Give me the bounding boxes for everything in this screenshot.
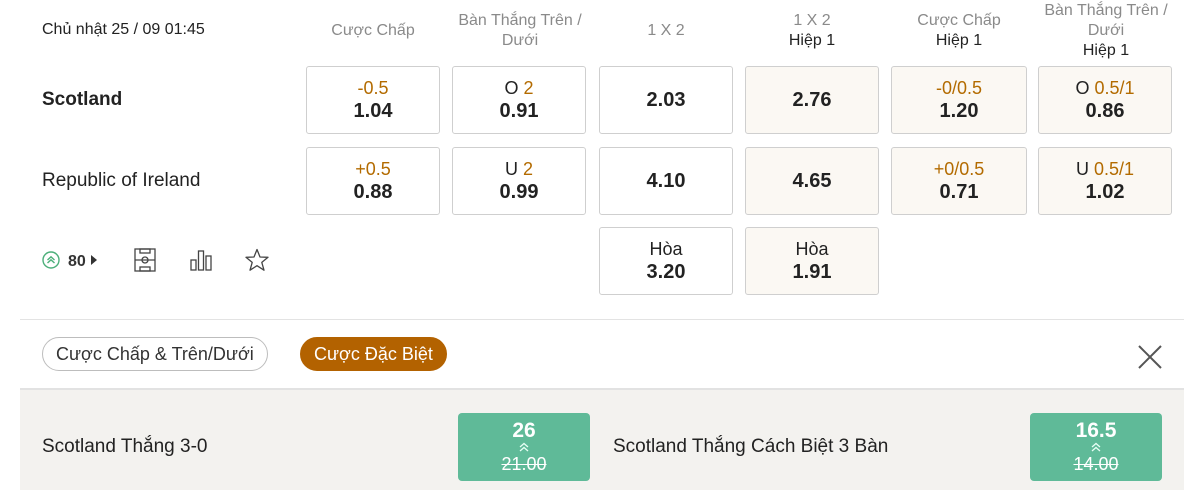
header-handicap-h1-sub: Hiệp 1 [935, 32, 983, 49]
special-bet-old-odds-1: 21.00 [501, 454, 547, 474]
away-ou-line: 2 [523, 159, 534, 179]
special-bet-odds-button-1[interactable]: 26 21.00 [458, 413, 590, 481]
away-ou-cell[interactable]: U 2 0.99 [452, 147, 586, 215]
boost-arrows-icon [517, 442, 531, 452]
close-button[interactable] [1135, 342, 1165, 372]
home-handicap-cell[interactable]: -0.5 1.04 [306, 66, 440, 134]
home-handicap-odds: 1.04 [353, 100, 393, 122]
home-1x2-odds: 2.03 [646, 89, 686, 111]
field-icon [132, 247, 158, 278]
section-divider [20, 319, 1184, 320]
home-handicap-h1-line: -0/0.5 [935, 78, 983, 98]
header-1x2-label: 1 X 2 [647, 22, 685, 39]
draw-1x2-h1-label: Hòa [795, 239, 829, 259]
stats-button[interactable] [188, 247, 214, 278]
header-ou-h1-line1: Bàn Thắng Trên / [1044, 2, 1168, 19]
away-ou-h1-cell[interactable]: U 0.5/1 1.02 [1038, 147, 1172, 215]
header-ou-h1-sub: Hiệp 1 [1082, 42, 1130, 59]
away-ou-h1-line-wrap: U 0.5/1 [1076, 158, 1134, 180]
header-1x2-h1-label: 1 X 2 [793, 12, 831, 29]
draw-1x2-h1-cell[interactable]: Hòa 1.91 [745, 227, 879, 295]
boost-icon [42, 250, 60, 274]
more-markets-button[interactable]: 80 [42, 250, 98, 274]
match-tools: 80 [42, 247, 300, 278]
home-ou-odds: 0.91 [499, 100, 539, 122]
favorite-button[interactable] [244, 247, 270, 278]
special-bet-odds-button-2[interactable]: 16.5 14.00 [1030, 413, 1162, 481]
header-ou-h1-line2: Dưới [1087, 22, 1125, 39]
away-handicap-cell[interactable]: +0.5 0.88 [306, 147, 440, 215]
home-ou-prefix: O [504, 78, 519, 98]
special-bet-odds-1: 26 [512, 419, 536, 442]
home-ou-h1-line: 0.5/1 [1094, 78, 1135, 98]
header-1x2-h1: 1 X 2 Hiệp 1 [745, 11, 879, 51]
away-ou-prefix: U [504, 159, 518, 179]
home-ou-h1-odds: 0.86 [1085, 100, 1125, 122]
header-ou-line1: Bàn Thắng Trên / [458, 12, 582, 29]
away-handicap-odds: 0.88 [353, 181, 393, 203]
tab-handicap-over-under[interactable]: Cược Chấp & Trên/Dưới [42, 337, 268, 371]
special-bet-label-2: Scotland Thắng Cách Biệt 3 Bàn [613, 436, 889, 457]
match-datetime: Chủ nhật 25 / 09 01:45 [42, 21, 205, 38]
away-1x2-h1-cell[interactable]: 4.65 [745, 147, 879, 215]
header-ou-line2: Dưới [501, 32, 539, 49]
away-1x2-odds: 4.10 [646, 170, 686, 192]
home-team-name: Scotland [42, 89, 123, 110]
play-arrow-icon [90, 253, 98, 271]
header-handicap: Cược Chấp [306, 21, 440, 41]
away-ou-line-wrap: U 2 [505, 158, 533, 180]
home-ou-h1-line-wrap: O 0.5/1 [1075, 77, 1134, 99]
header-ou-h1: Bàn Thắng Trên / Dưới Hiệp 1 [1032, 1, 1180, 61]
home-ou-h1-prefix: O [1075, 78, 1090, 98]
home-handicap-h1-cell[interactable]: -0/0.5 1.20 [891, 66, 1027, 134]
away-handicap-h1-odds: 0.71 [939, 181, 979, 203]
draw-1x2-cell[interactable]: Hòa 3.20 [599, 227, 733, 295]
star-icon [244, 247, 270, 278]
tab-special-bets[interactable]: Cược Đặc Biệt [300, 337, 447, 371]
away-handicap-h1-line: +0/0.5 [933, 159, 985, 179]
home-1x2-cell[interactable]: 2.03 [599, 66, 733, 134]
header-1x2-h1-sub: Hiệp 1 [788, 32, 836, 49]
away-ou-h1-odds: 1.02 [1085, 181, 1125, 203]
header-over-under: Bàn Thắng Trên / Dưới [446, 11, 594, 51]
draw-1x2-odds: 3.20 [646, 261, 686, 283]
special-bet-odds-2: 16.5 [1075, 419, 1117, 442]
header-handicap-h1: Cược Chấp Hiệp 1 [891, 11, 1027, 51]
close-icon [1135, 345, 1165, 376]
header-handicap-label: Cược Chấp [331, 22, 415, 39]
boost-arrows-icon [1089, 442, 1103, 452]
away-handicap-line: +0.5 [355, 159, 391, 179]
away-1x2-cell[interactable]: 4.10 [599, 147, 733, 215]
draw-1x2-label: Hòa [649, 239, 683, 259]
special-bet-label-1: Scotland Thắng 3-0 [42, 436, 208, 457]
home-ou-line-wrap: O 2 [504, 77, 533, 99]
more-markets-count: 80 [68, 253, 86, 270]
home-ou-line: 2 [523, 78, 534, 98]
home-ou-h1-cell[interactable]: O 0.5/1 0.86 [1038, 66, 1172, 134]
away-ou-h1-line: 0.5/1 [1093, 159, 1135, 179]
away-handicap-h1-cell[interactable]: +0/0.5 0.71 [891, 147, 1027, 215]
header-handicap-h1-label: Cược Chấp [917, 12, 1001, 29]
special-bet-old-odds-2: 14.00 [1073, 454, 1119, 474]
draw-1x2-h1-odds: 1.91 [792, 261, 832, 283]
away-ou-odds: 0.99 [499, 181, 539, 203]
home-1x2-h1-odds: 2.76 [792, 89, 832, 111]
field-view-button[interactable] [132, 247, 158, 278]
home-1x2-h1-cell[interactable]: 2.76 [745, 66, 879, 134]
away-1x2-h1-odds: 4.65 [792, 170, 832, 192]
home-handicap-h1-odds: 1.20 [939, 100, 979, 122]
away-ou-h1-prefix: U [1075, 159, 1089, 179]
stats-icon [188, 247, 214, 278]
home-ou-cell[interactable]: O 2 0.91 [452, 66, 586, 134]
home-handicap-line: -0.5 [357, 78, 389, 98]
away-team-name: Republic of Ireland [42, 170, 201, 191]
header-1x2: 1 X 2 [599, 21, 733, 41]
